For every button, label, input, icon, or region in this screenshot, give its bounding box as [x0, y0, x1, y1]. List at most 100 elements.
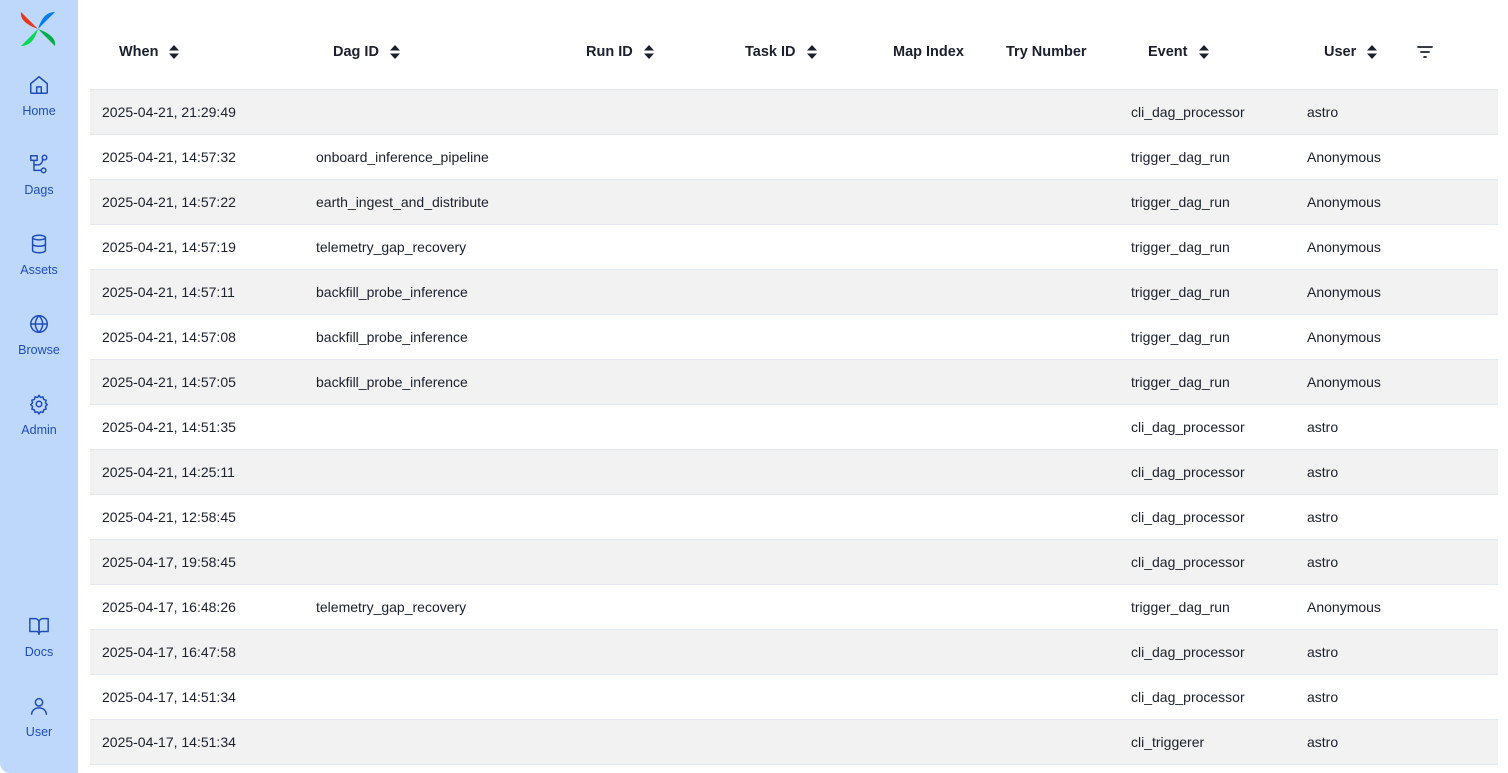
cell-dag-id: earth_ingest_and_distribute — [316, 194, 489, 210]
sidebar-item-label: Dags — [24, 183, 54, 197]
sort-icon — [1367, 45, 1378, 59]
cell-user: Anonymous — [1307, 194, 1381, 210]
cell-user: astro — [1307, 464, 1339, 480]
cell-event: trigger_dag_run — [1131, 149, 1230, 165]
cell-dag-id: telemetry_gap_recovery — [316, 239, 467, 255]
cell-event: trigger_dag_run — [1131, 284, 1230, 300]
cell-when: 2025-04-21, 14:57:32 — [102, 149, 236, 165]
cell-when: 2025-04-21, 14:57:22 — [102, 194, 236, 210]
app-root: Home Dags Assets Browse Admin Docs User … — [0, 0, 1508, 773]
home-icon — [28, 74, 50, 96]
events-table: When Dag ID Run ID Task ID Map Index Try… — [90, 18, 1498, 765]
cell-dag-id: telemetry_gap_recovery — [316, 599, 467, 615]
table-row[interactable]: 2025-04-21, 14:57:08 backfill_probe_infer… — [90, 315, 1498, 360]
cell-when: 2025-04-21, 14:25:11 — [102, 464, 235, 480]
cell-user: astro — [1307, 419, 1339, 435]
table-row[interactable]: 2025-04-21, 12:58:45 cli_dag_processor ast… — [90, 495, 1498, 540]
cell-when: 2025-04-21, 14:57:08 — [102, 329, 236, 345]
sort-icon — [1198, 45, 1209, 59]
sort-icon — [806, 45, 817, 59]
airflow-logo[interactable] — [18, 10, 58, 48]
cell-user: Anonymous — [1307, 149, 1381, 165]
cell-user: Anonymous — [1307, 374, 1381, 390]
column-label: When — [119, 44, 159, 60]
cell-dag-id: backfill_probe_inference — [316, 284, 468, 300]
sidebar-item-docs[interactable]: Docs — [0, 615, 78, 677]
column-label: Task ID — [745, 44, 796, 60]
sidebar-item-label: Assets — [20, 263, 58, 277]
sort-icon — [643, 45, 654, 59]
sidebar-item-browse[interactable]: Browse — [0, 313, 78, 375]
cell-when: 2025-04-21, 14:57:19 — [102, 239, 236, 255]
sidebar-item-label: User — [25, 725, 53, 739]
cell-event: cli_dag_processor — [1131, 554, 1245, 570]
cell-user: astro — [1307, 734, 1339, 750]
cell-event: cli_dag_processor — [1131, 509, 1245, 525]
column-label: User — [1324, 44, 1357, 60]
table-row[interactable]: 2025-04-17, 16:47:58 cli_dag_processor ast… — [90, 630, 1498, 675]
column-label: Try Number — [1006, 44, 1087, 60]
cell-when: 2025-04-21, 14:57:05 — [102, 374, 236, 390]
user-icon — [28, 695, 50, 717]
cell-user: Anonymous — [1307, 284, 1381, 300]
cell-event: trigger_dag_run — [1131, 599, 1230, 615]
cell-when: 2025-04-17, 14:51:34 — [102, 689, 236, 705]
column-header-task-id[interactable]: Task ID — [745, 44, 817, 60]
cell-when: 2025-04-21, 12:58:45 — [102, 509, 236, 525]
cell-user: astro — [1307, 554, 1339, 570]
sidebar-item-label: Docs — [24, 645, 54, 659]
table-row[interactable]: 2025-04-21, 21:29:49 cli_dag_processor ast… — [90, 90, 1498, 135]
cell-event: cli_dag_processor — [1131, 689, 1245, 705]
column-header-map-index: Map Index — [893, 44, 964, 60]
cell-event: trigger_dag_run — [1131, 374, 1230, 390]
gear-icon — [28, 393, 50, 415]
cell-user: astro — [1307, 644, 1339, 660]
cell-user: astro — [1307, 104, 1339, 120]
table-row[interactable]: 2025-04-21, 14:51:35 cli_dag_processor ast… — [90, 405, 1498, 450]
table-row[interactable]: 2025-04-21, 14:57:22 earth_ingest_and_dis… — [90, 180, 1498, 225]
sidebar-item-admin[interactable]: Admin — [0, 393, 78, 455]
column-header-user[interactable]: User — [1324, 44, 1378, 60]
table-row[interactable]: 2025-04-17, 19:58:45 cli_dag_processor ast… — [90, 540, 1498, 585]
cell-event: trigger_dag_run — [1131, 194, 1230, 210]
table-row[interactable]: 2025-04-17, 14:51:34 cli_dag_processor ast… — [90, 675, 1498, 720]
globe-icon — [28, 313, 50, 335]
cell-dag-id: backfill_probe_inference — [316, 329, 468, 345]
sort-icon — [169, 45, 180, 59]
column-header-dag-id[interactable]: Dag ID — [333, 44, 400, 60]
cell-when: 2025-04-17, 14:51:34 — [102, 734, 236, 750]
sidebar-item-user[interactable]: User — [0, 695, 78, 757]
sidebar-item-label: Browse — [18, 343, 60, 357]
table-row[interactable]: 2025-04-21, 14:57:05 backfill_probe_infer… — [90, 360, 1498, 405]
column-header-event[interactable]: Event — [1148, 44, 1209, 60]
cell-user: Anonymous — [1307, 599, 1381, 615]
filter-icon[interactable] — [1416, 44, 1434, 60]
column-label: Run ID — [586, 44, 633, 60]
cell-when: 2025-04-17, 16:47:58 — [102, 644, 236, 660]
cell-event: trigger_dag_run — [1131, 329, 1230, 345]
column-label: Map Index — [893, 44, 964, 60]
sidebar-item-dags[interactable]: Dags — [0, 153, 78, 215]
table-row[interactable]: 2025-04-21, 14:57:32 onboard_inference_pi… — [90, 135, 1498, 180]
cell-user: Anonymous — [1307, 329, 1381, 345]
cell-event: cli_dag_processor — [1131, 104, 1245, 120]
table-row[interactable]: 2025-04-21, 14:57:19 telemetry_gap_recove… — [90, 225, 1498, 270]
sidebar-item-home[interactable]: Home — [0, 74, 78, 136]
table-row[interactable]: 2025-04-17, 16:48:26 telemetry_gap_recove… — [90, 585, 1498, 630]
cell-event: cli_dag_processor — [1131, 419, 1245, 435]
column-header-when[interactable]: When — [119, 44, 180, 60]
cell-when: 2025-04-21, 14:57:11 — [102, 284, 235, 300]
column-label: Dag ID — [333, 44, 379, 60]
cell-when: 2025-04-21, 14:51:35 — [102, 419, 236, 435]
sidebar-item-label: Admin — [21, 423, 57, 437]
column-header-run-id[interactable]: Run ID — [586, 44, 654, 60]
table-row[interactable]: 2025-04-21, 14:57:11 backfill_probe_infer… — [90, 270, 1498, 315]
table-row[interactable]: 2025-04-17, 14:51:34 cli_triggerer astro — [90, 720, 1498, 765]
cell-event: cli_dag_processor — [1131, 464, 1245, 480]
sort-icon — [389, 45, 400, 59]
cell-event: cli_dag_processor — [1131, 644, 1245, 660]
cell-event: trigger_dag_run — [1131, 239, 1230, 255]
sidebar-item-assets[interactable]: Assets — [0, 233, 78, 295]
cell-user: Anonymous — [1307, 239, 1381, 255]
table-row[interactable]: 2025-04-21, 14:25:11 cli_dag_processor ast… — [90, 450, 1498, 495]
